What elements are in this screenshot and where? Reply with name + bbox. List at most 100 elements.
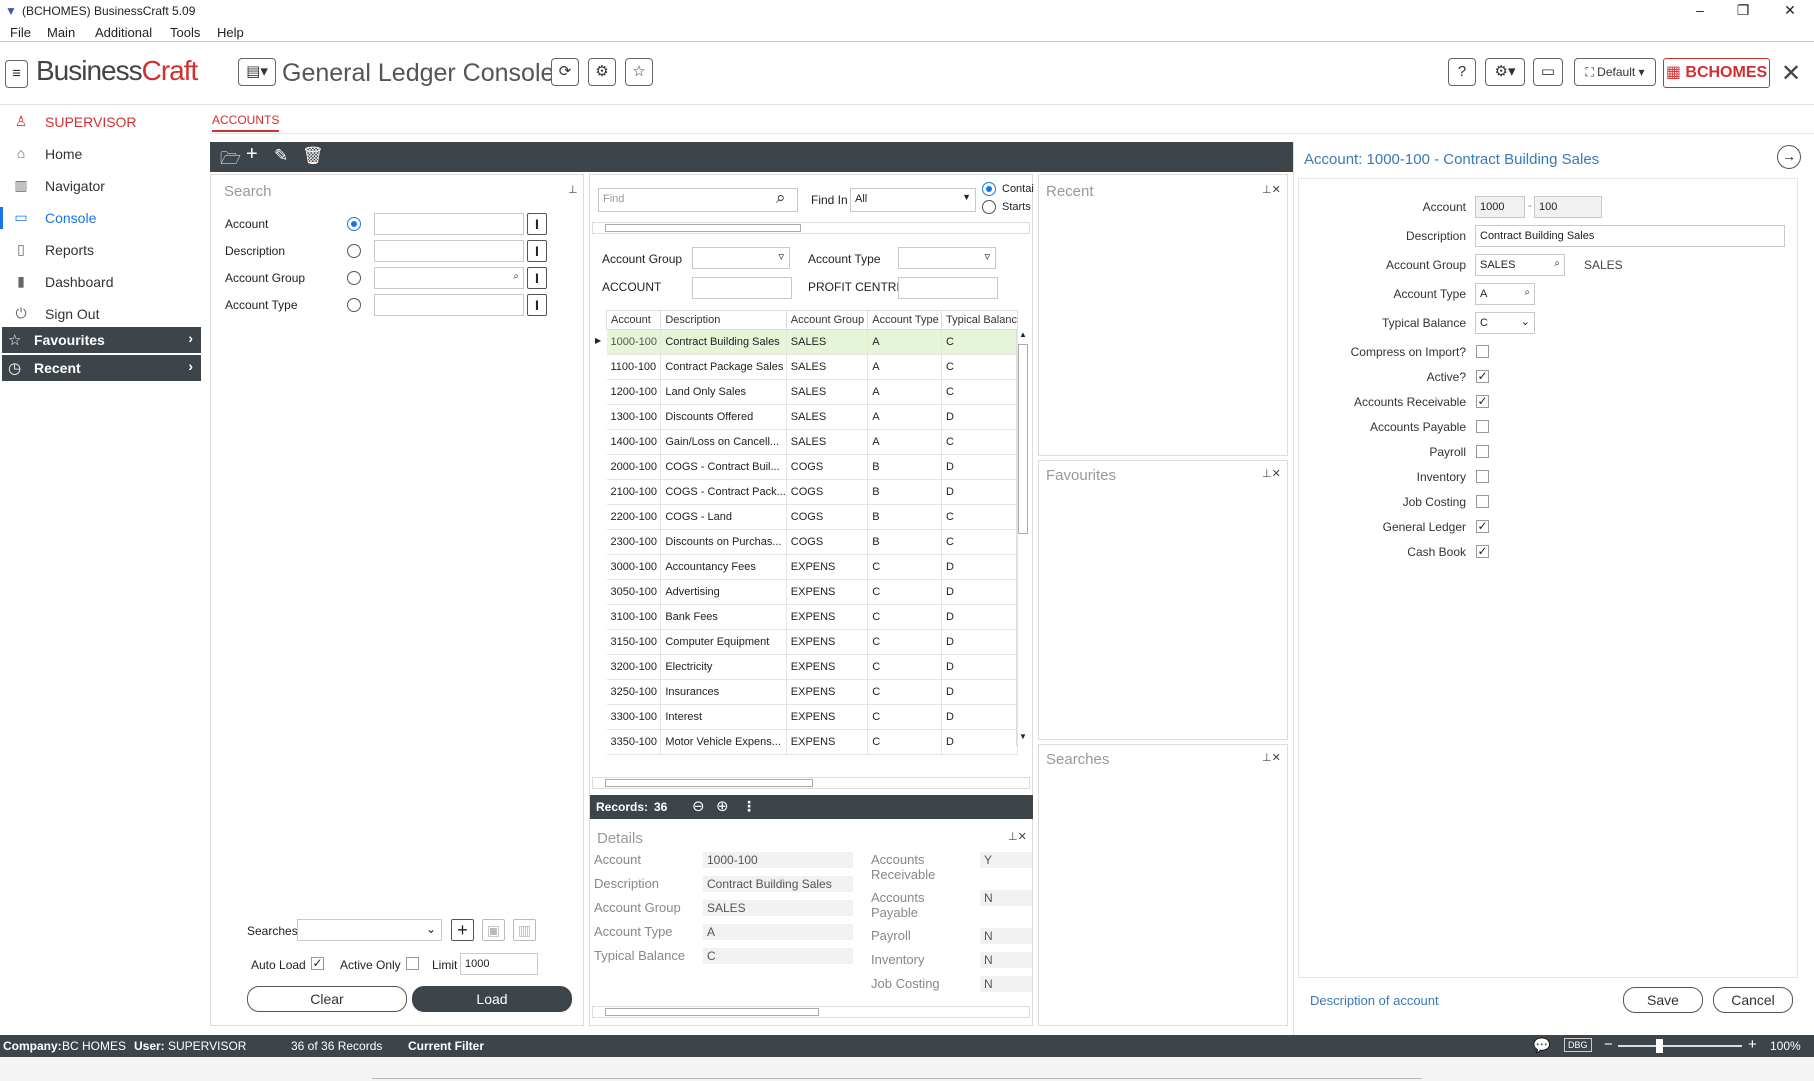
menu-tools[interactable]: Tools xyxy=(170,25,200,40)
add-icon[interactable]: + xyxy=(246,143,258,166)
company-badge[interactable]: ▦ BCHOMES xyxy=(1663,58,1770,88)
open-folder-icon[interactable]: 🗁 xyxy=(220,146,241,175)
scroll-up-icon[interactable]: ▲ xyxy=(1019,330,1027,339)
search-input-description[interactable] xyxy=(374,240,524,262)
table-row[interactable]: 3050-100 Advertising EXPENS C D xyxy=(606,579,1018,605)
sidebar-item-dashboard[interactable]: ▮ Dashboard xyxy=(0,269,202,297)
pin-close-icon[interactable]: ⊥✕ xyxy=(1262,467,1281,480)
starts-radio[interactable] xyxy=(982,200,996,214)
filter-profit-centre-input[interactable] xyxy=(898,277,998,299)
filter-account-type-dropdown[interactable]: ▿ xyxy=(898,247,996,269)
table-row[interactable]: 1200-100 Land Only Sales SALES A C xyxy=(606,379,1018,405)
menu-file[interactable]: File xyxy=(10,25,31,40)
search-radio-description[interactable] xyxy=(347,244,361,258)
search-input-account[interactable] xyxy=(374,213,524,235)
sidebar-item-navigator[interactable]: ▥ Navigator xyxy=(0,173,202,201)
sidebar-recent[interactable]: ◷ Recent › xyxy=(2,355,201,381)
close-window-button[interactable]: ✕ xyxy=(1770,0,1810,22)
zoom-slider-handle[interactable] xyxy=(1656,1039,1663,1053)
account-input-sub[interactable]: 100 xyxy=(1534,196,1602,218)
add-search-icon[interactable]: + xyxy=(451,919,474,941)
pin-icon[interactable]: ⊥ xyxy=(568,183,578,196)
scroll-down-icon[interactable]: ▼ xyxy=(1019,732,1027,741)
table-row[interactable]: 2200-100 COGS - Land COGS B C xyxy=(606,504,1018,530)
table-row[interactable]: 3250-100 Insurances EXPENS C D xyxy=(606,679,1018,705)
table-row[interactable]: 3350-100 Motor Vehicle Expens... EXPENS C D xyxy=(606,729,1018,755)
searches-dropdown[interactable]: ⌄ xyxy=(297,919,442,941)
search-radio-account[interactable] xyxy=(347,217,361,231)
more-icon[interactable]: ⋮ xyxy=(742,798,756,815)
grid-horizontal-scrollbar[interactable] xyxy=(592,777,1030,789)
check-box[interactable] xyxy=(1476,345,1489,358)
hamburger-menu-icon[interactable]: ≡ xyxy=(5,60,28,88)
refresh-icon[interactable]: ⟳ xyxy=(551,58,579,86)
check-box[interactable] xyxy=(1476,495,1489,508)
table-row[interactable]: 2000-100 COGS - Contract Buil... COGS B D xyxy=(606,454,1018,480)
column-header-account-type[interactable]: Account Type xyxy=(867,310,943,330)
pin-close-icon[interactable]: ⊥✕ xyxy=(1262,183,1281,196)
load-button[interactable]: Load xyxy=(412,986,572,1012)
restore-button[interactable]: ❐ xyxy=(1723,0,1763,22)
save-button[interactable]: Save xyxy=(1623,987,1703,1013)
tab-accounts[interactable]: ACCOUNTS xyxy=(212,113,280,132)
search-radio-account-type[interactable] xyxy=(347,298,361,312)
search-input-account-type[interactable] xyxy=(374,294,524,316)
cancel-button[interactable]: Cancel xyxy=(1713,987,1793,1013)
auto-load-checkbox[interactable]: ✓ xyxy=(311,957,324,970)
delete-search-icon[interactable]: ▥ xyxy=(513,919,536,941)
search-input-account-group[interactable]: ⌕ xyxy=(374,267,524,289)
typical-balance-dropdown[interactable]: C ⌄ xyxy=(1475,312,1535,334)
account-input-main[interactable]: 1000 xyxy=(1475,196,1525,218)
table-row[interactable]: 3150-100 Computer Equipment EXPENS C D xyxy=(606,629,1018,655)
column-header-account-group[interactable]: Account Group xyxy=(785,310,869,330)
delete-icon[interactable]: 🗑 xyxy=(302,146,324,166)
check-box[interactable]: ✓ xyxy=(1476,395,1489,408)
sidebar-item-home[interactable]: ⌂ Home xyxy=(0,141,202,169)
expand-icon[interactable]: ⊕ xyxy=(716,797,729,815)
check-box[interactable]: ✓ xyxy=(1476,520,1489,533)
navigate-forward-icon[interactable]: → xyxy=(1777,145,1801,169)
collapse-icon[interactable]: ⊖ xyxy=(692,797,705,815)
table-row[interactable]: 3200-100 Electricity EXPENS C D xyxy=(606,654,1018,680)
contains-radio[interactable] xyxy=(982,182,996,196)
close-console-icon[interactable]: ✕ xyxy=(1781,59,1801,88)
save-search-icon[interactable]: ▣ xyxy=(482,919,505,941)
table-row[interactable]: 3000-100 Accountancy Fees EXPENS C D xyxy=(606,554,1018,580)
column-header-description[interactable]: Description xyxy=(660,310,787,330)
sidebar-item-reports[interactable]: ▯ Reports xyxy=(0,237,202,265)
gear-dropdown-icon[interactable]: ⚙▾ xyxy=(1485,58,1525,86)
active-only-checkbox[interactable] xyxy=(406,957,419,970)
filter-horizontal-scrollbar[interactable] xyxy=(592,222,1030,234)
table-row[interactable]: 1000-100 Contract Building Sales SALES A C xyxy=(606,329,1018,355)
limit-input[interactable]: 1000 xyxy=(460,953,538,975)
layout-dropdown[interactable]: ⛶ Default ▾ xyxy=(1574,58,1656,86)
grid-vertical-scrollbar[interactable]: ▲ ▼ xyxy=(1016,330,1030,746)
search-icon[interactable]: ⌕ xyxy=(776,188,786,208)
find-input[interactable]: Find xyxy=(598,188,798,212)
table-row[interactable]: 1400-100 Gain/Loss on Cancell... SALES A C xyxy=(606,429,1018,455)
description-input[interactable]: Contract Building Sales xyxy=(1475,225,1785,247)
sidebar-favourites[interactable]: ☆ Favourites › xyxy=(2,327,201,353)
text-cursor-icon[interactable]: I xyxy=(527,267,547,289)
sidebar-user[interactable]: ♙ SUPERVISOR xyxy=(0,109,202,137)
account-group-input[interactable]: SALES ⌕ xyxy=(1475,254,1565,276)
edit-icon[interactable]: ✎ xyxy=(274,146,288,166)
check-box[interactable] xyxy=(1476,420,1489,433)
help-icon[interactable]: ? xyxy=(1448,58,1476,86)
debug-badge[interactable]: DBG xyxy=(1564,1038,1592,1052)
table-row[interactable]: 3300-100 Interest EXPENS C D xyxy=(606,704,1018,730)
table-row[interactable]: 2100-100 COGS - Contract Pack... COGS B D xyxy=(606,479,1018,505)
drawer-icon[interactable]: ▭ xyxy=(1533,58,1563,86)
menu-help[interactable]: Help xyxy=(217,25,244,40)
filter-account-input[interactable] xyxy=(692,277,792,299)
pin-close-icon[interactable]: ⊥✕ xyxy=(1262,751,1281,764)
check-box[interactable]: ✓ xyxy=(1476,370,1489,383)
table-row[interactable]: 2300-100 Discounts on Purchas... COGS B C xyxy=(606,529,1018,555)
zoom-in-icon[interactable]: + xyxy=(1748,1036,1757,1053)
text-cursor-icon[interactable]: I xyxy=(527,240,547,262)
check-box[interactable] xyxy=(1476,445,1489,458)
chat-icon[interactable]: 💬 xyxy=(1533,1037,1550,1054)
settings-icon[interactable]: ⚙ xyxy=(588,58,616,86)
filter-account-group-dropdown[interactable]: ▿ xyxy=(692,247,790,269)
menu-additional[interactable]: Additional xyxy=(95,25,152,40)
